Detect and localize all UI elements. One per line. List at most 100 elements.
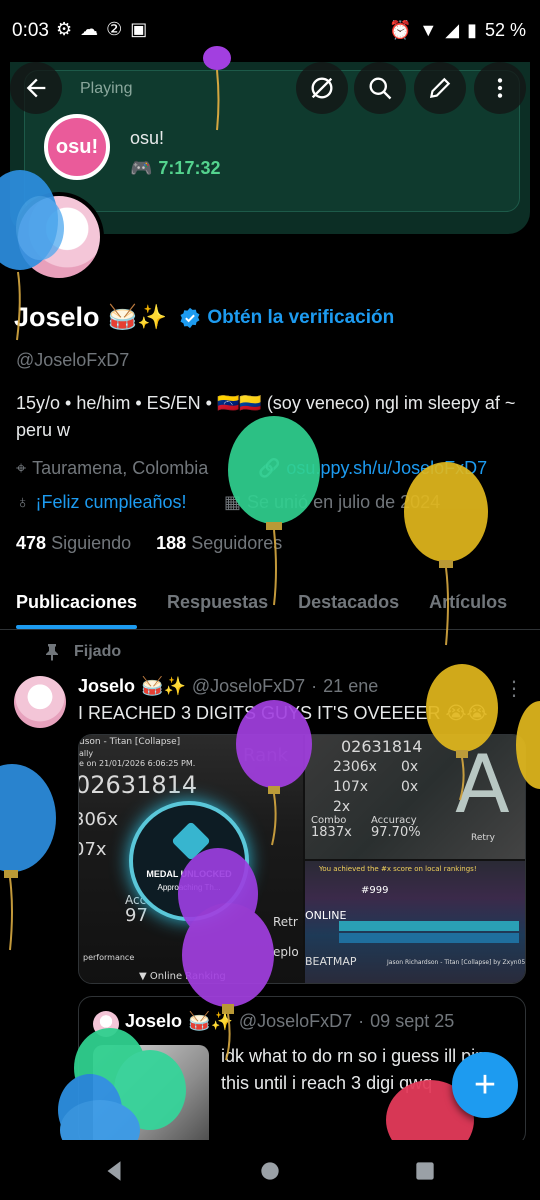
signal-icon: ◢	[445, 20, 460, 40]
m1-perf: performance	[83, 953, 135, 962]
profile-bio: 15y/o • he/him • ES/EN • 🇻🇪🇨🇴 (soy venec…	[16, 393, 516, 440]
quote-author-name: Joselo	[125, 1011, 183, 1031]
quote-date: 09 sept 25	[370, 1011, 455, 1031]
profile-birthday-text[interactable]: ¡Feliz cumpleaños!	[36, 492, 187, 513]
followers-link[interactable]: 188 Seguidores	[156, 533, 282, 553]
m2-c1: 2306x	[333, 759, 377, 775]
game-logo: osu!	[44, 114, 110, 180]
tweet-author-name[interactable]: Joselo	[78, 676, 135, 697]
tab-replies[interactable]: Respuestas	[167, 582, 268, 629]
m3-banner: You achieved the #x score on local ranki…	[319, 865, 477, 873]
m2-c2b: 0x	[401, 779, 419, 795]
quote-media	[93, 1045, 209, 1145]
m1-combo1: 306x	[79, 809, 119, 830]
game-playtime: 🎮 7:17:32	[130, 158, 220, 179]
link-icon: 🔗	[258, 458, 281, 478]
followers-count: 188	[156, 533, 187, 553]
m1-retry: Retr	[273, 915, 298, 929]
m3-beatmap: BEATMAP	[305, 955, 357, 968]
follow-counts: 478 Siguiendo 188 Seguidores	[16, 533, 282, 554]
sim-icon: ▣	[130, 19, 148, 39]
profile-tabs: Publicaciones Respuestas Destacados Artí…	[0, 582, 540, 630]
status-left-icons: ⚙ ☁ ② ▣	[56, 19, 147, 40]
profile-birthday: ♁ ¡Feliz cumpleaños!	[16, 492, 187, 513]
profile-name-emoji: 🥁✨	[107, 304, 168, 331]
alarm-icon: ⏰	[388, 20, 412, 40]
get-verified-link[interactable]: Obtén la verificación	[179, 307, 394, 329]
profile-location-text: Tauramena, Colombia	[32, 458, 209, 478]
balloon-icon: ♁	[16, 492, 30, 512]
m1-online: ▼ Online Ranking	[139, 971, 226, 982]
nav-back-icon[interactable]	[101, 1158, 127, 1184]
more-button[interactable]	[474, 62, 526, 114]
medal-unlocked-badge: MEDAL UNLOCKED Approaching Th...	[129, 801, 249, 921]
followers-label: Seguidores	[191, 533, 283, 553]
location-pin-icon: ⌖	[16, 458, 27, 478]
m1-score: 02631814	[79, 771, 198, 799]
quote-author-emoji: 🥁✨	[188, 1011, 233, 1031]
edit-button[interactable]	[414, 62, 466, 114]
media-image-1[interactable]: uson - Titan [Collapse] ally e on 21/01/…	[79, 735, 303, 983]
system-nav-bar	[0, 1140, 540, 1200]
compose-button[interactable]: +	[452, 1052, 518, 1118]
m2-retry: Retry	[471, 833, 495, 843]
profile-location: ⌖ Tauramena, Colombia	[16, 458, 208, 479]
tweet-date[interactable]: 21 ene	[323, 676, 378, 697]
search-icon	[369, 77, 392, 100]
m3-row-2	[339, 933, 519, 943]
medal-icon	[171, 821, 211, 861]
profile-website[interactable]: 🔗 osu.ppy.sh/u/JoseloFxD7	[258, 458, 487, 479]
pencil-icon	[429, 77, 451, 99]
get-verified-label: Obtén la verificación	[207, 306, 395, 328]
m1-replay: eplo	[273, 945, 299, 959]
quote-author-handle: @JoseloFxD7	[238, 1011, 353, 1031]
tweet-author-emoji: 🥁✨	[141, 676, 186, 696]
tweet-avatar[interactable]	[14, 676, 66, 728]
tweet-media-grid: uson - Titan [Collapse] ally e on 21/01/…	[78, 734, 526, 984]
profile-avatar[interactable]	[14, 192, 104, 282]
back-button[interactable]	[10, 62, 62, 114]
cloud-icon: ☁	[80, 19, 99, 39]
balloon-icon	[0, 764, 56, 951]
following-link[interactable]: 478 Siguiendo	[16, 533, 131, 553]
back-arrow-icon	[26, 78, 46, 98]
pinned-indicator: Fijado	[44, 643, 121, 661]
profile-website-text[interactable]: osu.ppy.sh/u/JoseloFxD7	[286, 458, 487, 479]
m2-c3: 2x	[333, 799, 351, 815]
m1-played: e on 21/01/2026 6:06:25 PM.	[79, 759, 196, 768]
profile-handle: @JoseloFxD7	[16, 350, 130, 370]
eye-off-icon	[311, 77, 333, 99]
media-image-2[interactable]: 02631814 2306x 0x 107x 0x 2x Combo 1837x…	[305, 735, 525, 859]
m3-map: Jason Richardson - Titan [Collapse] by Z…	[387, 959, 526, 966]
tweet-author-handle[interactable]: @JoseloFxD7	[192, 676, 305, 697]
search-button[interactable]	[354, 62, 406, 114]
m1-acc-val: 97	[125, 905, 148, 926]
following-count: 478	[16, 533, 47, 553]
battery-icon: ▮	[467, 20, 477, 40]
verified-badge-icon	[180, 307, 200, 328]
pinned-label: Fijado	[74, 643, 122, 660]
hide-button[interactable]	[296, 62, 348, 114]
m2-c2: 107x	[333, 779, 369, 795]
profile-joined: ▦ Se unió en julio de 2024	[224, 492, 440, 513]
tab-articles[interactable]: Artículos	[429, 582, 507, 629]
quote-header: Joselo 🥁✨ @JoseloFxD7 · 09 sept 25	[125, 1011, 454, 1032]
nav-home-icon[interactable]	[257, 1158, 283, 1184]
profile-joined-text: Se unió en julio de 2024	[247, 492, 441, 512]
tweet-more-icon[interactable]: ⋮	[504, 676, 524, 701]
now-playing-label: Playing	[80, 80, 133, 97]
nav-recents-icon[interactable]	[412, 1158, 438, 1184]
game-name: osu!	[130, 128, 165, 148]
m2-acc: 97.70%	[371, 825, 421, 840]
status-bar: 0:03 ⚙ ☁ ② ▣ ⏰ ▼ ◢ ▮ 52 %	[0, 0, 540, 62]
media-image-3[interactable]: You achieved the #x score on local ranki…	[305, 861, 526, 983]
m2-c1b: 0x	[401, 759, 419, 775]
tab-highlights[interactable]: Destacados	[298, 582, 399, 629]
tweet-separator: ·	[311, 676, 318, 696]
tab-posts[interactable]: Publicaciones	[16, 582, 138, 629]
gamepad-icon: 🎮	[130, 158, 153, 178]
status-time: 0:03	[12, 20, 49, 41]
tweet-text: I REACHED 3 DIGITS GUYS IT'S OVEEEER 😭😭	[78, 703, 488, 723]
m2-combo: 1837x	[311, 825, 352, 840]
badge-2-icon: ②	[106, 19, 123, 39]
